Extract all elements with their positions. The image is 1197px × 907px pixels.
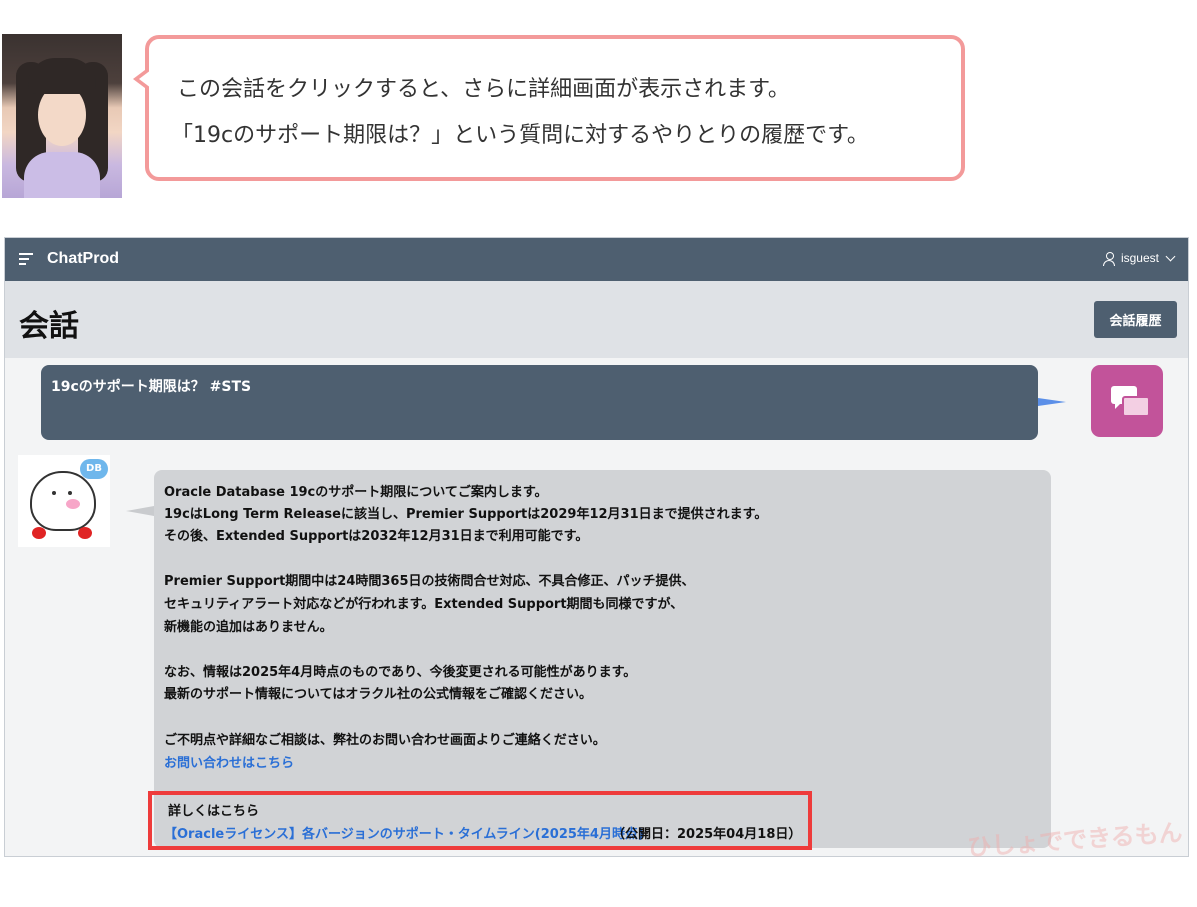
bot-line: セキュリティアラート対応などが行われます。Extended Support期間も… (164, 597, 684, 612)
speech-line-1: この会話をクリックすると、さらに詳細画面が表示されます。 (177, 77, 790, 102)
bot-line: 19cはLong Term Releaseに該当し、Premier Suppor… (164, 507, 768, 522)
bot-line: ご不明点や詳細なご相談は、弊社のお問い合わせ画面よりご連絡ください。 (164, 733, 606, 748)
bot-line: Premier Support期間中は24時間365日の技術問合せ対応、不具合修… (164, 574, 695, 589)
bot-line: 新機能の追加はありません。 (164, 620, 333, 635)
chevron-down-icon (1165, 251, 1176, 261)
speech-line-2: 「19cのサポート期限は？」という質問に対するやりとりの履歴です。 (171, 123, 869, 148)
user-icon (1102, 252, 1115, 266)
bot-line: その後、Extended Supportは2032年12月31日まで利用可能です… (164, 529, 589, 544)
conversation-history-button[interactable]: 会話履歴 (1094, 301, 1177, 338)
user-menu[interactable]: isguest (1102, 251, 1176, 266)
menu-icon[interactable] (19, 253, 33, 265)
username: isguest (1120, 251, 1159, 265)
db-badge-icon: DB (80, 459, 108, 479)
chat-bubbles-icon (1091, 365, 1163, 437)
bot-avatar: DB (18, 455, 110, 547)
bot-line: Oracle Database 19cのサポート期限についてご案内します。 (164, 485, 548, 500)
speech-bubble: この会話をクリックすると、さらに詳細画面が表示されます。 「19cのサポート期限… (133, 35, 965, 181)
app-title[interactable]: ChatProd (47, 250, 119, 268)
user-bubble-tail (1038, 398, 1066, 406)
bot-bubble-tail (126, 506, 154, 516)
navbar: ChatProd isguest (5, 238, 1188, 281)
highlight-box (148, 791, 812, 850)
page-title: 会話 (19, 309, 79, 344)
user-message-text: 19cのサポート期限は？ #STS (51, 379, 252, 395)
presenter-avatar (2, 34, 122, 198)
bot-line: なお、情報は2025年4月時点のものであり、今後変更される可能性があります。 (164, 665, 637, 680)
contact-link[interactable]: お問い合わせはこちら (164, 756, 294, 771)
page-header: 会話 会話履歴 (5, 281, 1188, 358)
user-message-bubble[interactable]: 19cのサポート期限は？ #STS (41, 365, 1038, 440)
bot-line: 最新のサポート情報についてはオラクル社の公式情報をご確認ください。 (164, 687, 592, 702)
